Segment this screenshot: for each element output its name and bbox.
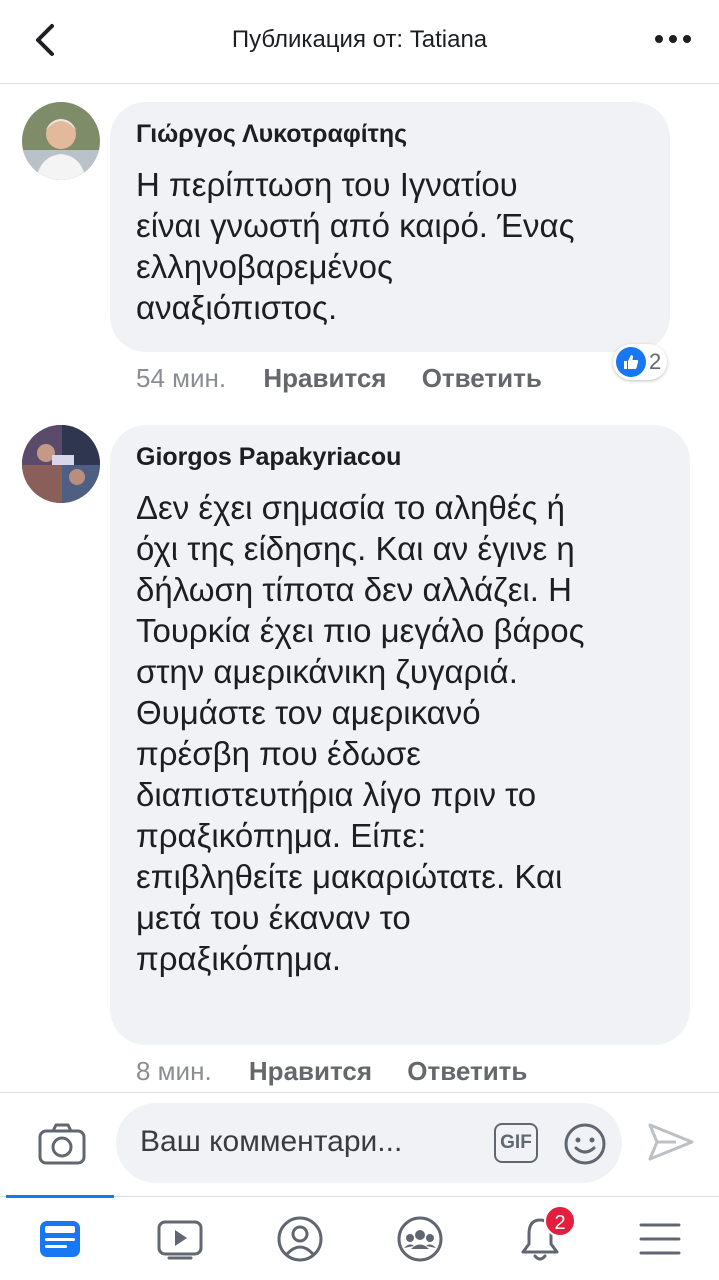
comment-input[interactable]: Ваш комментари... GIF: [116, 1103, 622, 1183]
comment-text: Δεν έχει σημασία το αληθές ή όχι της είδ…: [136, 487, 585, 979]
comment-line: Δεν έχει σημασία το αληθές ή: [136, 489, 565, 526]
profile-icon: [277, 1216, 323, 1262]
emoji-button[interactable]: [562, 1121, 608, 1167]
comment-text: Η περίπτωση του Ιγνατίου είναι γνωστή απ…: [136, 164, 575, 328]
like-button[interactable]: Нравится: [249, 1056, 372, 1086]
hamburger-menu-icon: [639, 1223, 681, 1255]
comment-composer: Ваш комментари... GIF: [0, 1092, 719, 1196]
send-button[interactable]: [646, 1119, 696, 1165]
tab-watch[interactable]: [152, 1211, 208, 1267]
avatar[interactable]: [22, 425, 100, 503]
comment-line: όχι της είδησης. Και αν έγινε η: [136, 530, 575, 567]
gif-button[interactable]: GIF: [494, 1123, 538, 1163]
comment-bubble: Giorgos Papakyriacou Δεν έχει σημασία το…: [110, 425, 690, 1045]
page-title: Публикация от: Tatiana: [231, 26, 488, 53]
groups-icon: [397, 1216, 443, 1262]
comment-line: επιβληθείτε μακαριώτατε. Και: [136, 858, 563, 895]
more-dots-icon: [655, 35, 691, 43]
comment-input-placeholder: Ваш комментари...: [140, 1125, 403, 1158]
tab-profile[interactable]: [272, 1211, 328, 1267]
comment-meta: 54 мин. Нравится Ответить: [136, 363, 542, 394]
comment-line: μετά του έκαναν το: [136, 899, 411, 936]
notification-badge: 2: [544, 1205, 576, 1237]
comment-line: διαπιστευτήρια λίγο πριν το: [136, 776, 537, 813]
camera-button[interactable]: [34, 1117, 90, 1173]
reaction-summary[interactable]: 2: [613, 344, 668, 380]
comment-line: είναι γνωστή από καιρό. Ένας: [136, 207, 575, 244]
comment-line: αναξιόπιστος.: [136, 289, 338, 326]
comment-line: Η περίπτωση του Ιγνατίου: [136, 166, 518, 203]
smiley-icon: [564, 1123, 606, 1165]
comment-meta: 8 мин. Нравится Ответить: [136, 1056, 527, 1087]
reaction-count: 2: [649, 349, 662, 374]
tab-groups[interactable]: [392, 1211, 448, 1267]
comment-line: Θυμάστε τον αμερικανό: [136, 694, 481, 731]
news-feed-icon: [40, 1221, 80, 1257]
bottom-tab-bar: 2: [0, 1195, 719, 1280]
tab-news-feed[interactable]: [32, 1211, 88, 1267]
comment-line: πραξικόπημα. Είπε:: [136, 817, 427, 854]
comment-time: 8 мин.: [136, 1056, 212, 1086]
top-bar: Публикация от: Tatiana: [0, 0, 719, 84]
video-icon: [157, 1220, 203, 1260]
comment-line: δήλωση τίποτα δεν αλλάζει. Η: [136, 571, 572, 608]
comment-line: στην αμερικάνικη ζυγαριά.: [136, 653, 518, 690]
comment-author[interactable]: Giorgos Papakyriacou: [136, 443, 401, 472]
tab-notifications[interactable]: 2: [512, 1205, 576, 1267]
reply-button[interactable]: Ответить: [422, 363, 542, 393]
comment-bubble: Γιώργος Λυκοτραφίτης Η περίπτωση του Ιγν…: [110, 102, 670, 352]
send-icon: [648, 1123, 694, 1161]
thumbs-up-icon: [616, 347, 646, 377]
like-button[interactable]: Нравится: [263, 363, 386, 393]
comment-author[interactable]: Γιώργος Λυκοτραφίτης: [136, 120, 407, 149]
comment-line: πραξικόπημα.: [136, 940, 342, 977]
comment-time: 54 мин.: [136, 363, 227, 393]
tab-menu[interactable]: [632, 1211, 688, 1267]
comment-line: ελληνοβαρεμένος: [136, 248, 393, 285]
reply-button[interactable]: Ответить: [407, 1056, 527, 1086]
camera-icon: [38, 1123, 86, 1165]
comment-line: Τουρκία έχει πιο μεγάλο βάρος: [136, 612, 585, 649]
comment-line: πρέσβη που έδωσε: [136, 735, 421, 772]
active-tab-indicator: [6, 1195, 114, 1198]
more-button[interactable]: [651, 24, 695, 54]
avatar[interactable]: [22, 102, 100, 180]
